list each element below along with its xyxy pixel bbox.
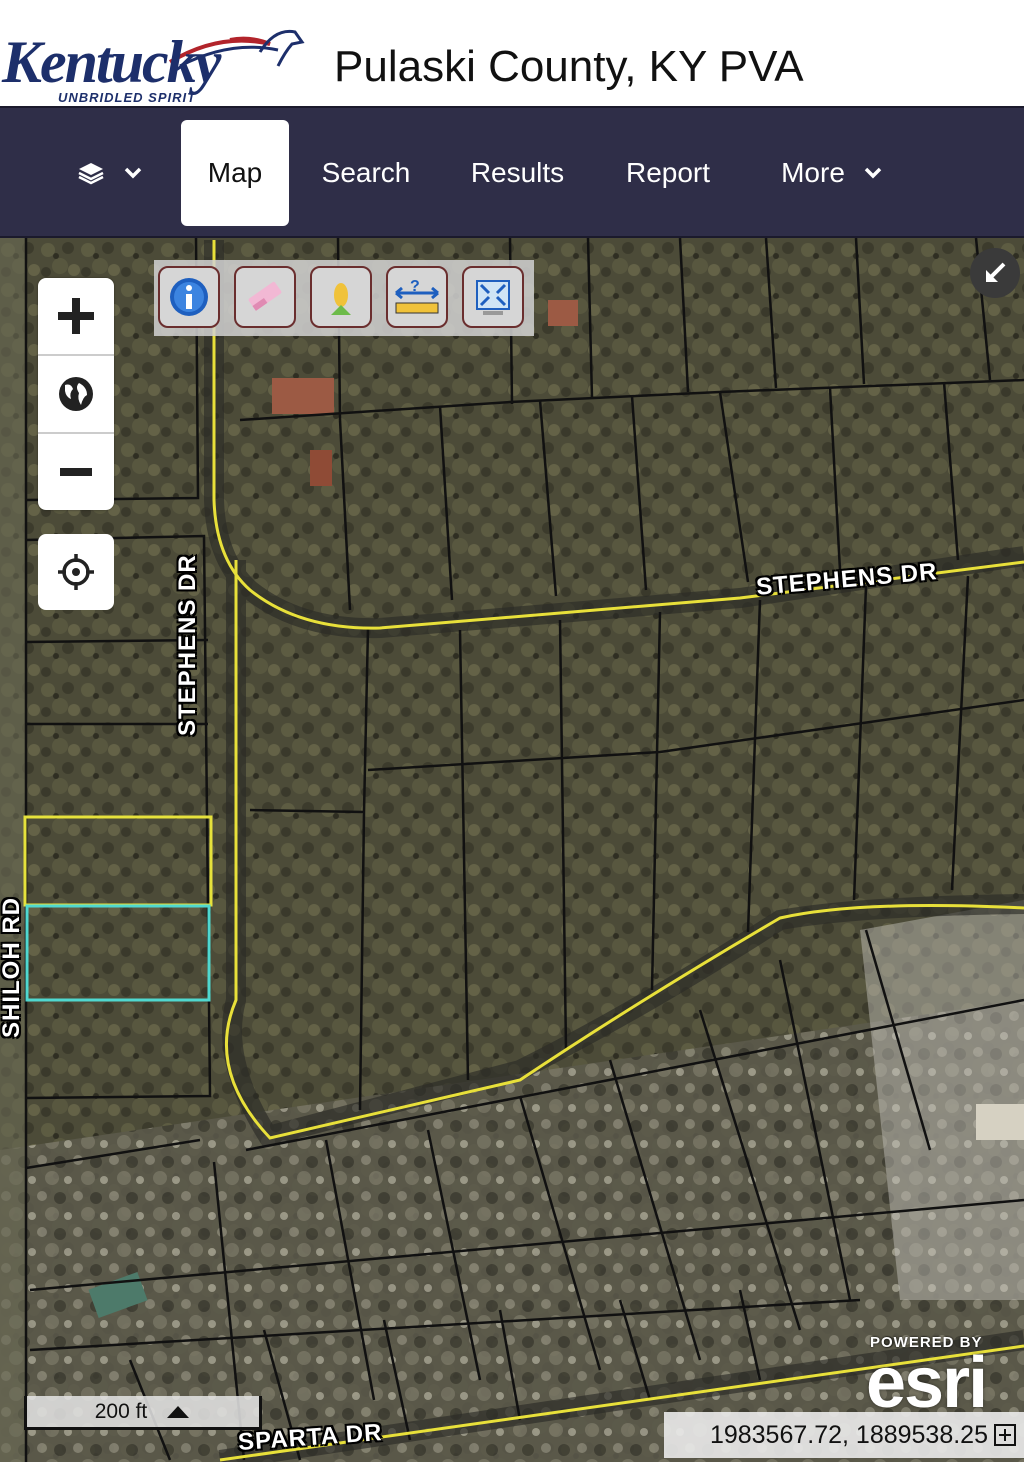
full-extent-icon [476, 280, 510, 315]
zoom-in-icon [58, 298, 94, 334]
road-label-stephens-dr-vertical: STEPHENS DR [174, 554, 201, 736]
page-title: Pulaski County, KY PVA [334, 42, 804, 91]
map-view[interactable]: STEPHENS DR STEPHENS DR SHILOH RD SPARTA… [0, 238, 1024, 1462]
zoom-controls [38, 278, 114, 510]
eraser-icon [248, 281, 282, 311]
locate-button[interactable] [38, 534, 114, 610]
zoom-in-button[interactable] [38, 278, 114, 356]
tab-report[interactable]: Report [612, 120, 724, 226]
zoom-out-icon [60, 468, 92, 476]
road-label-shiloh-rd: SHILOH RD [0, 897, 25, 1038]
map-toolbar: ? [154, 260, 534, 336]
pin-icon [331, 283, 351, 315]
coordinate-readout[interactable]: 1983567.72, 1889538.25 [664, 1412, 1024, 1458]
identify-tool-button[interactable] [158, 266, 220, 328]
home-extent-button[interactable] [38, 356, 114, 434]
triangle-up-icon [167, 1405, 190, 1418]
chevron-down-icon [864, 167, 882, 179]
measure-icon: ? [395, 278, 439, 314]
tab-map[interactable]: Map [181, 120, 289, 226]
tab-search[interactable]: Search [312, 120, 420, 226]
arrow-down-left-icon [986, 262, 1006, 282]
kentucky-logo[interactable]: Kentucky UNBRIDLED SPIRIT [0, 22, 310, 106]
measure-tool-button[interactable]: ? [386, 266, 448, 328]
tab-more[interactable]: More [768, 120, 896, 226]
clear-tool-button[interactable] [234, 266, 296, 328]
esri-attribution[interactable]: POWERED BY esri [866, 1334, 1016, 1423]
info-icon [170, 278, 208, 316]
full-extent-tool-button[interactable] [462, 266, 524, 328]
chevron-down-icon [124, 167, 142, 179]
crosshair-icon [58, 554, 94, 590]
plus-box-icon[interactable] [994, 1424, 1016, 1446]
logo-tagline: UNBRIDLED SPIRIT [58, 90, 197, 105]
zoom-out-button[interactable] [38, 434, 114, 510]
main-nav: Map Search Results Report More [0, 106, 1024, 238]
aerial-imagery[interactable] [0, 238, 1024, 1462]
layers-icon [78, 163, 104, 185]
tab-results[interactable]: Results [460, 120, 575, 226]
layers-menu-button[interactable] [60, 120, 160, 226]
globe-icon [59, 377, 93, 411]
app-header: Kentucky UNBRIDLED SPIRIT Pulaski County… [0, 0, 1024, 106]
collapse-panel-button[interactable] [970, 248, 1020, 298]
coordinate-value: 1983567.72, 1889538.25 [709, 1420, 988, 1449]
markup-tool-button[interactable] [310, 266, 372, 328]
scale-bar: 200 ft [24, 1396, 262, 1430]
logo-wordmark: Kentucky [2, 29, 221, 95]
tab-more-label: More [781, 157, 845, 188]
scale-label: 200 ft [94, 1399, 148, 1423]
